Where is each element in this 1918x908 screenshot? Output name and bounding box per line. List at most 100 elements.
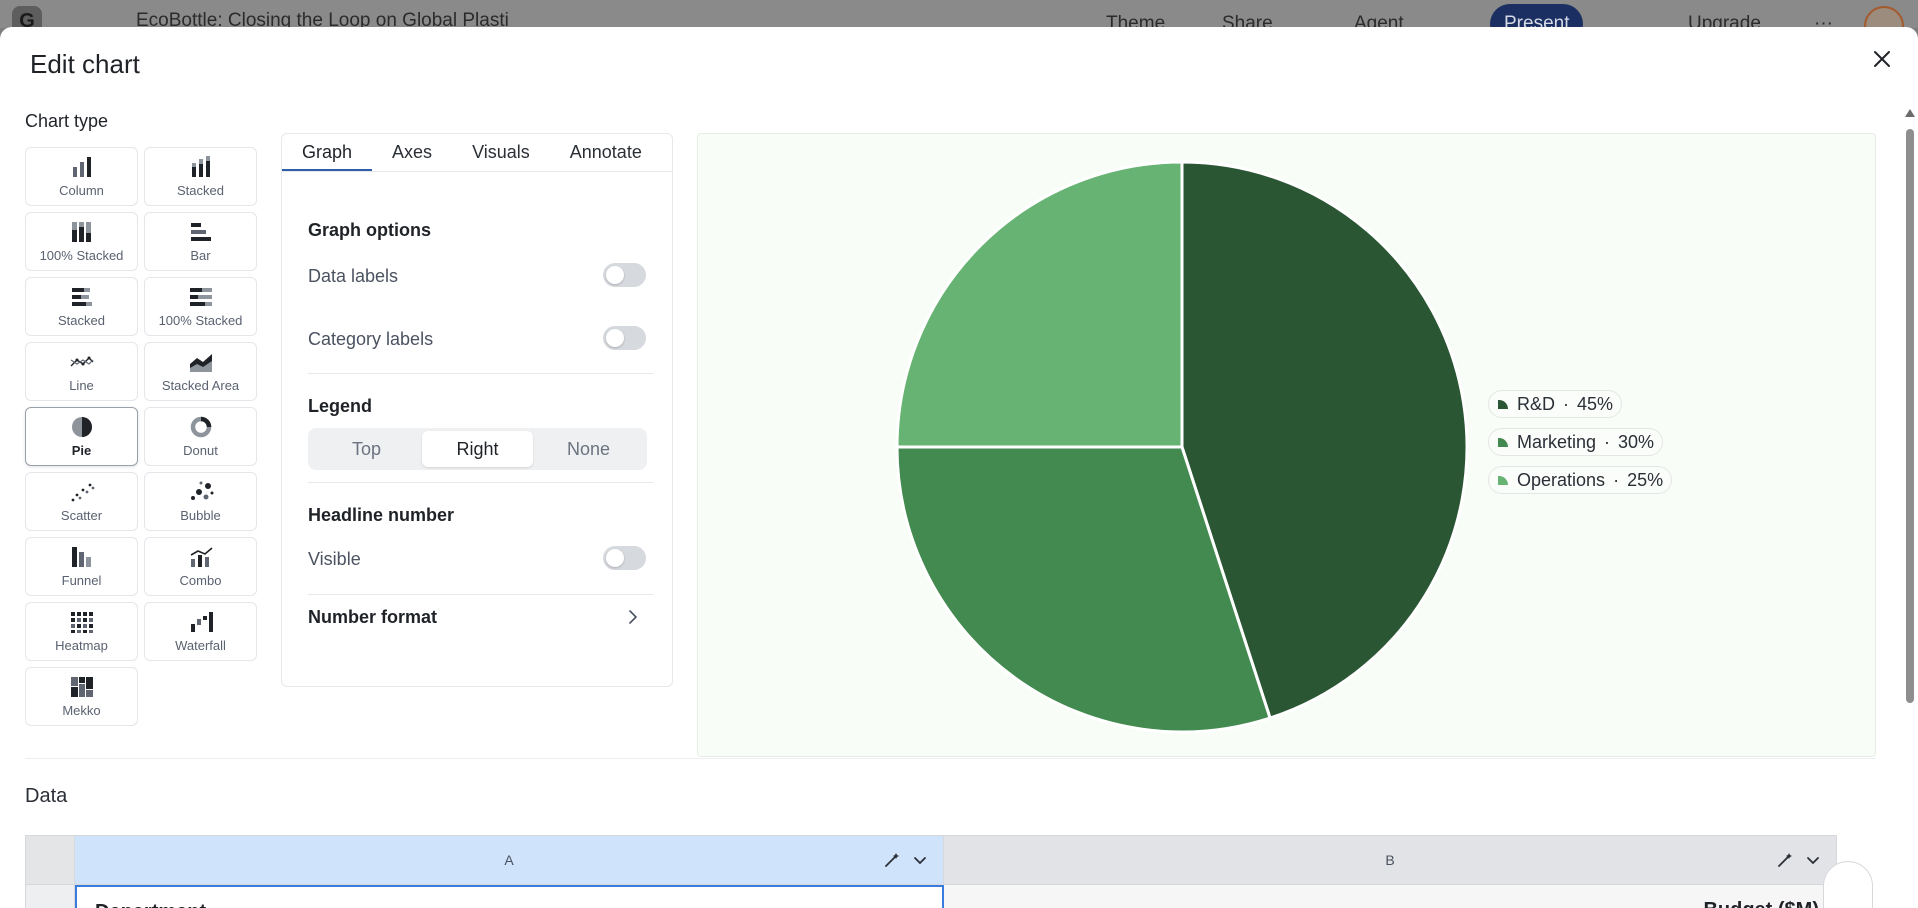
column-header-a[interactable]: A	[75, 835, 944, 885]
number-format-row[interactable]: Number format	[308, 602, 653, 632]
percent-stacked-bar-icon	[189, 288, 212, 306]
category-labels-toggle[interactable]	[603, 326, 646, 350]
chart-type-line-chart[interactable]: Line	[25, 342, 138, 401]
chart-type-waterfall-chart[interactable]: Waterfall	[144, 602, 257, 661]
column-header-label: B	[1385, 852, 1395, 868]
chart-type-mekko-chart[interactable]: Mekko	[25, 667, 138, 726]
chevron-down-icon[interactable]	[911, 851, 929, 869]
chart-type-funnel-chart[interactable]: Funnel	[25, 537, 138, 596]
scroll-up-arrow-icon[interactable]	[1905, 109, 1915, 117]
modal-scrollbar[interactable]	[1903, 109, 1918, 889]
legend-top-option[interactable]: Top	[311, 431, 422, 467]
chart-type-label: Scatter	[60, 508, 103, 523]
toggle-knob	[606, 549, 624, 567]
app-top-bar: G EcoBottle: Closing the Loop on Global …	[0, 0, 1918, 46]
options-tabs: Graph Axes Visuals Annotate	[282, 134, 672, 172]
divider	[25, 758, 1876, 759]
chart-type-stacked-bar[interactable]: Stacked	[25, 277, 138, 336]
legend-label: Marketing	[1517, 431, 1597, 452]
bar-chart-icon	[190, 223, 211, 241]
cell-a1[interactable]: Department	[75, 885, 944, 908]
headline-visible-toggle[interactable]	[603, 546, 646, 570]
chart-type-column-chart[interactable]: Column	[25, 147, 138, 206]
legend-separator: ·	[1613, 469, 1620, 490]
chart-preview: R&D · 45% Marketing · 30% Operations · 25%	[697, 133, 1876, 757]
data-section-title: Data	[25, 785, 68, 807]
column-header-b[interactable]: B	[944, 835, 1837, 885]
legend-swatch-icon	[1498, 399, 1509, 409]
pie-slice-operations[interactable]	[895, 160, 1184, 449]
line-chart-icon	[70, 356, 93, 367]
close-button[interactable]	[1866, 43, 1898, 75]
chart-type-label: Waterfall	[175, 638, 226, 653]
legend-value: 30%	[1618, 431, 1655, 452]
chart-type-label: Combo	[179, 573, 222, 588]
legend-label: Operations	[1517, 469, 1606, 490]
pie-chart-icon	[71, 417, 92, 437]
chart-type-label: Donut	[183, 443, 218, 458]
visible-label: Visible	[308, 549, 361, 569]
chart-type-bar-chart[interactable]: Bar	[144, 212, 257, 271]
tab-graph[interactable]: Graph	[282, 134, 373, 171]
legend-item[interactable]: Marketing · 30%	[1488, 428, 1664, 456]
headline-number-title: Headline number	[308, 505, 455, 525]
combo-chart-icon	[190, 547, 213, 567]
magic-wand-icon[interactable]	[883, 851, 901, 869]
chart-type-heading: Chart type	[25, 111, 109, 131]
graph-options-title: Graph options	[308, 220, 431, 240]
stacked-bar-icon	[71, 288, 92, 306]
row-number[interactable]: 1	[25, 885, 75, 908]
stacked-area-icon	[189, 354, 212, 372]
divider	[308, 594, 653, 595]
chevron-down-icon[interactable]	[1804, 851, 1822, 869]
tab-axes[interactable]: Axes	[372, 134, 452, 171]
heatmap-chart-icon	[70, 612, 93, 633]
scatter-chart-icon	[71, 483, 94, 502]
chart-type-label: Bar	[190, 248, 211, 263]
table-row: 1 Department Budget ($M)	[25, 885, 1837, 908]
tab-annotate[interactable]: Annotate	[550, 134, 662, 171]
grid-corner[interactable]	[25, 835, 75, 885]
chart-type-label: Stacked	[177, 183, 224, 198]
legend-item[interactable]: R&D · 45%	[1488, 390, 1623, 418]
chart-type-pie-chart[interactable]: Pie	[25, 407, 138, 466]
modal-title: Edit chart	[30, 49, 140, 79]
legend-position-selector: Top Right None	[308, 428, 647, 470]
chart-type-label: Bubble	[180, 508, 221, 523]
chart-type-bubble-chart[interactable]: Bubble	[144, 472, 257, 531]
chart-type-label: Pie	[71, 443, 92, 458]
add-column-button[interactable]	[1823, 861, 1873, 908]
chart-type-label: Line	[69, 378, 94, 393]
pie-chart[interactable]	[698, 134, 1877, 758]
chart-type-scatter-chart[interactable]: Scatter	[25, 472, 138, 531]
tab-visuals[interactable]: Visuals	[452, 134, 550, 171]
chart-type-percent-stacked-bar[interactable]: 100% Stacked	[144, 277, 257, 336]
bubble-chart-icon	[190, 481, 213, 500]
chart-type-donut-chart[interactable]: Donut	[144, 407, 257, 466]
data-grid-header: A B	[25, 835, 1837, 885]
legend-value: 45%	[1577, 393, 1614, 414]
chart-type-label: Mekko	[62, 703, 101, 718]
legend-label: R&D	[1517, 393, 1556, 414]
data-labels-toggle[interactable]	[603, 263, 646, 287]
chart-type-percent-stacked-column[interactable]: 100% Stacked	[25, 212, 138, 271]
magic-wand-icon[interactable]	[1776, 851, 1794, 869]
category-labels-label: Category labels	[308, 329, 434, 349]
chart-type-grid: Column Stacked 100% Stacked Bar Stacked 100% …	[25, 147, 257, 726]
chart-legend: R&D · 45% Marketing · 30% Operations · 25%	[1488, 390, 1673, 504]
column-chart-icon	[72, 157, 91, 177]
column-header-label: A	[504, 852, 514, 868]
legend-right-option[interactable]: Right	[422, 431, 533, 467]
chart-type-label: Heatmap	[55, 638, 108, 653]
chart-type-stacked-column[interactable]: Stacked	[144, 147, 257, 206]
chart-type-stacked-area[interactable]: Stacked Area	[144, 342, 257, 401]
chart-type-combo-chart[interactable]: Combo	[144, 537, 257, 596]
legend-item[interactable]: Operations · 25%	[1488, 466, 1673, 494]
legend-none-option[interactable]: None	[533, 431, 644, 467]
legend-swatch-icon	[1498, 475, 1509, 485]
legend-separator: ·	[1563, 393, 1570, 414]
chart-type-heatmap-chart[interactable]: Heatmap	[25, 602, 138, 661]
scroll-thumb[interactable]	[1906, 129, 1914, 703]
graph-options-panel: Graph Axes Visuals Annotate Graph option…	[281, 133, 673, 687]
cell-b1[interactable]: Budget ($M)	[944, 885, 1837, 908]
